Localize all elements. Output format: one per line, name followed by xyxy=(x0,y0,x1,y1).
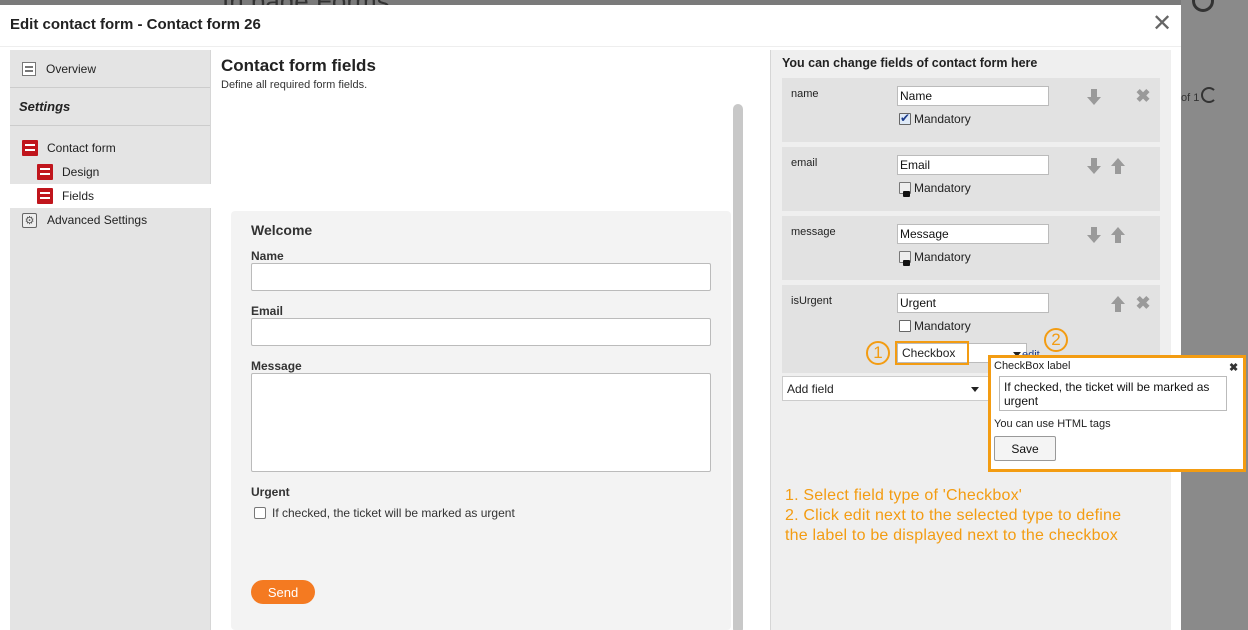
lock-icon xyxy=(899,251,911,266)
preview-urgent-label: Urgent xyxy=(251,485,290,499)
form-icon xyxy=(22,140,38,156)
instructions: 1. Select field type of 'Checkbox' 2. Cl… xyxy=(785,486,1145,546)
field-row-message: message Message Mandatory xyxy=(782,216,1160,280)
form-preview-panel: Contact form fields Define all required … xyxy=(211,50,751,630)
preview-name-input[interactable] xyxy=(251,263,711,291)
chevron-down-icon xyxy=(971,387,979,392)
sidebar-list: Contact form Design Fields ⚙ Advanced Se… xyxy=(10,126,211,232)
checkbox-label-textarea[interactable]: If checked, the ticket will be marked as… xyxy=(999,376,1227,411)
preview-welcome: Welcome xyxy=(251,222,313,238)
sidebar-item-fields[interactable]: Fields xyxy=(10,184,211,208)
scrollbar[interactable] xyxy=(733,104,743,630)
sidebar-item-label: Fields xyxy=(62,189,95,203)
move-up-icon[interactable] xyxy=(1111,158,1125,174)
checkbox[interactable] xyxy=(254,507,266,519)
preview-message-label: Message xyxy=(251,359,302,373)
field-row-email: email Email Mandatory xyxy=(782,147,1160,211)
move-up-icon[interactable] xyxy=(1111,296,1125,312)
mandatory-checkbox[interactable]: Mandatory xyxy=(899,319,971,333)
panel-title: Contact form fields xyxy=(221,56,376,75)
gear-icon: ⚙ xyxy=(22,212,37,228)
mandatory-label: Mandatory xyxy=(914,112,971,126)
field-name: email xyxy=(791,157,818,169)
preview-urgent-checkbox[interactable]: If checked, the ticket will be marked as… xyxy=(254,506,515,520)
background-pager: of 1 xyxy=(1181,92,1200,104)
preview-message-textarea[interactable] xyxy=(251,373,711,472)
sidebar-settings-heading: Settings xyxy=(10,88,210,126)
popup-title: CheckBox label xyxy=(994,360,1071,372)
sidebar-item-advanced-settings[interactable]: ⚙ Advanced Settings xyxy=(10,208,210,232)
form-icon xyxy=(37,188,53,204)
checkbox-label-popup: CheckBox label ✖ If checked, the ticket … xyxy=(988,355,1246,472)
panel-subtitle: Define all required form fields. xyxy=(221,79,368,91)
close-icon[interactable]: ✖ xyxy=(1229,361,1238,374)
move-down-icon[interactable] xyxy=(1087,227,1101,243)
field-label-input[interactable]: Urgent xyxy=(897,293,1049,313)
add-field-select[interactable]: Add field xyxy=(782,376,990,401)
mandatory-checkbox: Mandatory xyxy=(899,181,971,197)
dialog-header: Edit contact form - Contact form 26 ✕ xyxy=(0,5,1181,47)
dialog-title: Edit contact form - Contact form 26 xyxy=(10,16,261,33)
step-badge-1: 1 xyxy=(866,341,890,365)
sidebar-item-label: Overview xyxy=(46,61,97,76)
move-up-icon[interactable] xyxy=(1111,227,1125,243)
field-label-input[interactable]: Message xyxy=(897,224,1049,244)
add-field-label: Add field xyxy=(787,382,834,396)
sidebar-item-label: Contact form xyxy=(47,141,116,155)
mandatory-label: Mandatory xyxy=(914,250,971,264)
sidebar-item-contact-form[interactable]: Contact form xyxy=(10,136,210,160)
mandatory-label: Mandatory xyxy=(914,181,971,195)
preview-email-label: Email xyxy=(251,304,284,318)
field-label-input[interactable]: Email xyxy=(897,155,1049,175)
mandatory-label: Mandatory xyxy=(914,319,971,333)
field-row-name: name Name Mandatory ✖ xyxy=(782,78,1160,142)
refresh-icon[interactable] xyxy=(1201,87,1217,103)
preview-urgent-checkbox-text: If checked, the ticket will be marked as… xyxy=(272,506,515,520)
mandatory-checkbox[interactable]: Mandatory xyxy=(899,111,971,126)
field-name: name xyxy=(791,88,819,100)
sidebar-item-overview[interactable]: Overview xyxy=(10,50,210,88)
popup-hint: You can use HTML tags xyxy=(994,418,1111,430)
fields-editor-heading: You can change fields of contact form he… xyxy=(782,56,1038,70)
form-icon xyxy=(37,164,53,180)
sidebar-item-label: Design xyxy=(62,165,100,179)
form-preview: Welcome Name Email Message Urgent If che… xyxy=(231,211,731,630)
document-icon xyxy=(22,61,36,76)
sidebar-item-design[interactable]: Design xyxy=(10,160,210,184)
checkbox[interactable] xyxy=(899,320,911,332)
field-name: isUrgent xyxy=(791,295,832,307)
instruction-step-2: 2. Click edit next to the selected type … xyxy=(785,507,1122,544)
delete-icon[interactable]: ✖ xyxy=(1135,294,1151,312)
preview-name-label: Name xyxy=(251,249,284,263)
save-button[interactable]: Save xyxy=(994,436,1056,461)
field-name: message xyxy=(791,226,836,238)
sidebar: Overview Settings Contact form Design Fi… xyxy=(10,50,211,630)
instruction-step-1: 1. Select field type of 'Checkbox' xyxy=(785,487,1023,504)
preview-email-input[interactable] xyxy=(251,318,711,346)
sidebar-item-label: Advanced Settings xyxy=(47,213,148,227)
field-label-input[interactable]: Name xyxy=(897,86,1049,106)
delete-icon[interactable]: ✖ xyxy=(1135,87,1151,105)
move-down-icon[interactable] xyxy=(1087,89,1101,105)
close-icon[interactable]: ✕ xyxy=(1152,12,1172,36)
mandatory-checkbox: Mandatory xyxy=(899,250,971,266)
lock-icon xyxy=(899,182,911,197)
send-button[interactable]: Send xyxy=(251,580,315,604)
checkbox-checked[interactable] xyxy=(899,111,911,125)
move-down-icon[interactable] xyxy=(1087,158,1101,174)
step-badge-2: 2 xyxy=(1044,328,1068,352)
type-highlight-box xyxy=(895,341,969,365)
